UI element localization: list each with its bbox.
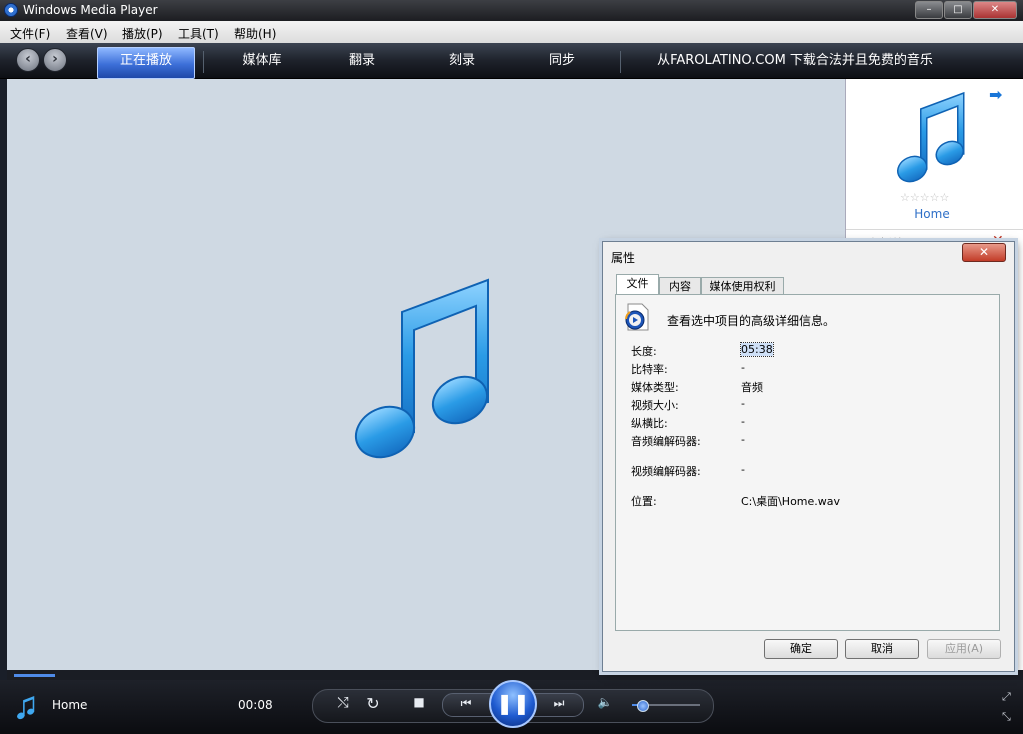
title-bar: Windows Media Player – □ ✕ — [0, 0, 1023, 21]
tab-library[interactable]: 媒体库 — [222, 49, 302, 73]
navigation-bar: ‹ › 正在播放 媒体库 翻录 刻录 同步 从FAROLATINO.COM 下载… — [0, 43, 1023, 79]
menu-file[interactable]: 文件(F) — [10, 25, 50, 42]
location-value: C:\桌面\Home.wav — [741, 495, 841, 508]
length-value[interactable]: 05:38 — [740, 342, 774, 357]
now-playing-note-icon — [17, 696, 35, 720]
back-button[interactable]: ‹ — [16, 48, 40, 72]
apply-button[interactable]: 应用(A) — [927, 639, 1001, 659]
close-button[interactable]: ✕ — [973, 1, 1017, 19]
audio-codec-value: - — [741, 433, 745, 446]
pane-divider — [846, 229, 1023, 230]
switch-to-skin-icon[interactable]: ⤢ — [1002, 690, 1011, 704]
dialog-title: 属性 — [611, 251, 636, 265]
minimize-button[interactable]: – — [915, 1, 943, 19]
media-type-label: 媒体类型: — [631, 381, 679, 394]
current-track-name: Home — [52, 698, 88, 712]
menu-help[interactable]: 帮助(H) — [234, 25, 276, 42]
window-controls: – □ ✕ — [915, 1, 1017, 19]
location-label: 位置: — [631, 495, 657, 508]
pause-icon[interactable]: ❚❚ — [489, 680, 537, 728]
volume-knob[interactable] — [637, 700, 649, 712]
tab-burn[interactable]: 刻录 — [422, 49, 502, 73]
album-art-music-note-icon — [896, 91, 965, 183]
media-player-icon — [4, 3, 18, 17]
aspect-ratio-label: 纵横比: — [631, 417, 668, 430]
maximize-button[interactable]: □ — [944, 1, 972, 19]
bitrate-value: - — [741, 361, 745, 374]
menu-tools[interactable]: 工具(T) — [178, 25, 219, 42]
tab-now-playing[interactable]: 正在播放 — [97, 47, 195, 79]
aspect-ratio-value: - — [741, 415, 745, 428]
media-type-value: 音频 — [741, 381, 763, 394]
properties-dialog: 属性 ✕ 文件 内容 媒体使用权利 查看选中项目的高级详细信息。 长度: 05:… — [602, 241, 1015, 672]
cancel-button[interactable]: 取消 — [845, 639, 919, 659]
previous-icon[interactable]: ⏮ — [452, 696, 480, 711]
album-title-link[interactable]: Home — [846, 207, 1018, 221]
mini-mode-icon[interactable]: ⤡ — [1002, 710, 1011, 724]
length-label: 长度: — [631, 345, 657, 358]
seek-progress — [14, 674, 55, 677]
music-note-icon — [354, 278, 489, 459]
elapsed-time: 00:08 — [238, 698, 273, 712]
next-icon[interactable]: ⏭ — [545, 696, 573, 711]
menu-view[interactable]: 查看(V) — [66, 25, 108, 42]
rating-stars[interactable]: ☆☆☆☆☆ — [900, 191, 949, 204]
forward-button[interactable]: › — [43, 48, 67, 72]
media-file-icon — [625, 303, 649, 331]
tab-rip[interactable]: 翻录 — [322, 49, 402, 73]
dialog-description: 查看选中项目的高级详细信息。 — [667, 314, 836, 328]
repeat-icon[interactable]: ↻ — [364, 694, 382, 713]
bitrate-label: 比特率: — [631, 363, 668, 376]
volume-icon[interactable]: 🔈 — [596, 695, 614, 709]
video-codec-value: - — [741, 463, 745, 476]
nav-divider — [620, 51, 621, 73]
tab-sync[interactable]: 同步 — [522, 49, 602, 73]
video-codec-label: 视频编解码器: — [631, 465, 701, 478]
window-title: Windows Media Player — [23, 3, 158, 17]
tab-file[interactable]: 文件 — [616, 274, 659, 296]
shuffle-icon[interactable]: ⤭ — [334, 695, 352, 711]
menu-play[interactable]: 播放(P) — [122, 25, 163, 42]
stop-icon[interactable]: ■ — [410, 695, 428, 709]
audio-codec-label: 音频编解码器: — [631, 435, 701, 448]
ok-button[interactable]: 确定 — [764, 639, 838, 659]
online-store-link[interactable]: 从FAROLATINO.COM 下载合法并且免费的音乐 — [640, 49, 950, 73]
menu-bar: 文件(F) 查看(V) 播放(P) 工具(T) 帮助(H) — [0, 21, 1023, 44]
nav-divider — [203, 51, 204, 73]
video-size-label: 视频大小: — [631, 399, 679, 412]
arrow-right-icon[interactable]: ➡ — [989, 85, 1002, 104]
dialog-close-button[interactable]: ✕ — [962, 243, 1006, 262]
video-size-value: - — [741, 397, 745, 410]
